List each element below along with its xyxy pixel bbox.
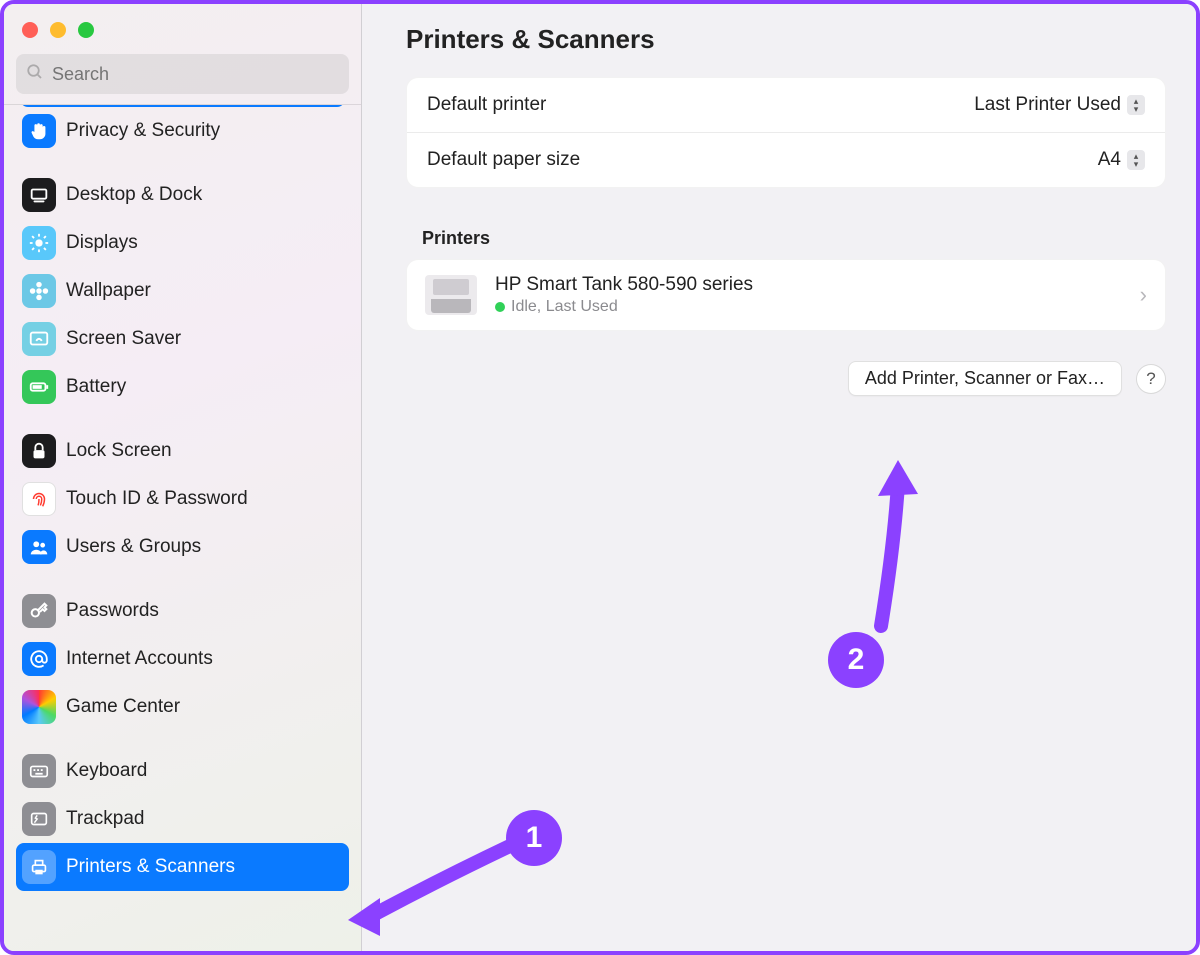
sidebar-item-label: Privacy & Security (66, 120, 220, 142)
sidebar-item-label: Printers & Scanners (66, 856, 235, 878)
sidebar-item-label: Screen Saver (66, 328, 181, 350)
sidebar-item-label: Desktop & Dock (66, 184, 202, 206)
content-pane: Printers & Scanners Default printer Last… (362, 4, 1196, 951)
game-center-icon (22, 690, 56, 724)
chevron-right-icon: › (1140, 282, 1147, 308)
page-title: Printers & Scanners (406, 24, 1166, 55)
sidebar-item-label: Battery (66, 376, 126, 398)
screensaver-icon (22, 322, 56, 356)
users-icon (22, 530, 56, 564)
sidebar-item-keyboard[interactable]: Keyboard (16, 747, 349, 795)
sidebar-nav: Privacy & Security Desktop & Dock Displa… (4, 105, 361, 951)
minimize-window-button[interactable] (50, 22, 66, 38)
at-icon (22, 642, 56, 676)
printer-thumbnail-icon (425, 275, 477, 315)
sidebar-item-label: Passwords (66, 600, 159, 622)
sidebar-item-trackpad[interactable]: Trackpad (16, 795, 349, 843)
sidebar-item-game-center[interactable]: Game Center (16, 683, 349, 731)
lock-icon (22, 434, 56, 468)
sidebar-item-internet-accounts[interactable]: Internet Accounts (16, 635, 349, 683)
sidebar-item-label: Lock Screen (66, 440, 172, 462)
keyboard-icon (22, 754, 56, 788)
printer-status-text: Idle, Last Used (511, 298, 618, 316)
sidebar-item-printers-scanners[interactable]: Printers & Scanners (16, 843, 349, 891)
default-printer-value: Last Printer Used (974, 94, 1121, 116)
sidebar: Privacy & Security Desktop & Dock Displa… (4, 4, 362, 951)
sidebar-item-label: Touch ID & Password (66, 488, 248, 510)
sidebar-item-lock-screen[interactable]: Lock Screen (16, 427, 349, 475)
flower-icon (22, 274, 56, 308)
default-printer-label: Default printer (427, 94, 546, 116)
search-icon (26, 63, 44, 86)
brightness-icon (22, 226, 56, 260)
sidebar-item-wallpaper[interactable]: Wallpaper (16, 267, 349, 315)
sidebar-item-label: Keyboard (66, 760, 147, 782)
printer-name: HP Smart Tank 580-590 series (495, 274, 1122, 296)
sidebar-item-displays[interactable]: Displays (16, 219, 349, 267)
sidebar-item-battery[interactable]: Battery (16, 363, 349, 411)
zoom-window-button[interactable] (78, 22, 94, 38)
default-paper-value: A4 (1098, 149, 1121, 171)
printer-row[interactable]: HP Smart Tank 580-590 series Idle, Last … (407, 260, 1165, 330)
key-icon (22, 594, 56, 628)
default-paper-label: Default paper size (427, 149, 580, 171)
sidebar-item-touch-id[interactable]: Touch ID & Password (16, 475, 349, 523)
close-window-button[interactable] (22, 22, 38, 38)
sidebar-item-passwords[interactable]: Passwords (16, 587, 349, 635)
printers-section-label: Printers (422, 228, 1166, 249)
dock-icon (22, 178, 56, 212)
fingerprint-icon (22, 482, 56, 516)
sidebar-item-desktop-dock[interactable]: Desktop & Dock (16, 171, 349, 219)
add-printer-button[interactable]: Add Printer, Scanner or Fax… (848, 361, 1122, 396)
help-button[interactable]: ? (1136, 364, 1166, 394)
stepper-icon[interactable]: ▴▾ (1127, 95, 1145, 115)
hand-icon (22, 114, 56, 148)
sidebar-item-label: Users & Groups (66, 536, 201, 558)
sidebar-item-screen-saver[interactable]: Screen Saver (16, 315, 349, 363)
search-field[interactable] (16, 54, 349, 94)
sidebar-item-label: Trackpad (66, 808, 145, 830)
window-controls (4, 4, 361, 44)
defaults-card: Default printer Last Printer Used ▴▾ Def… (406, 77, 1166, 188)
default-paper-row[interactable]: Default paper size A4 ▴▾ (407, 132, 1165, 187)
printer-icon (22, 850, 56, 884)
sidebar-item-label: Displays (66, 232, 138, 254)
search-input[interactable] (52, 64, 339, 85)
stepper-icon[interactable]: ▴▾ (1127, 150, 1145, 170)
status-dot-icon (495, 302, 505, 312)
sidebar-item-label: Game Center (66, 696, 180, 718)
default-printer-row[interactable]: Default printer Last Printer Used ▴▾ (407, 78, 1165, 132)
sidebar-item-users-groups[interactable]: Users & Groups (16, 523, 349, 571)
sidebar-item-privacy-security[interactable]: Privacy & Security (16, 107, 349, 155)
printers-list: HP Smart Tank 580-590 series Idle, Last … (406, 259, 1166, 331)
sidebar-item-label: Internet Accounts (66, 648, 213, 670)
trackpad-icon (22, 802, 56, 836)
battery-icon (22, 370, 56, 404)
sidebar-item-label: Wallpaper (66, 280, 151, 302)
